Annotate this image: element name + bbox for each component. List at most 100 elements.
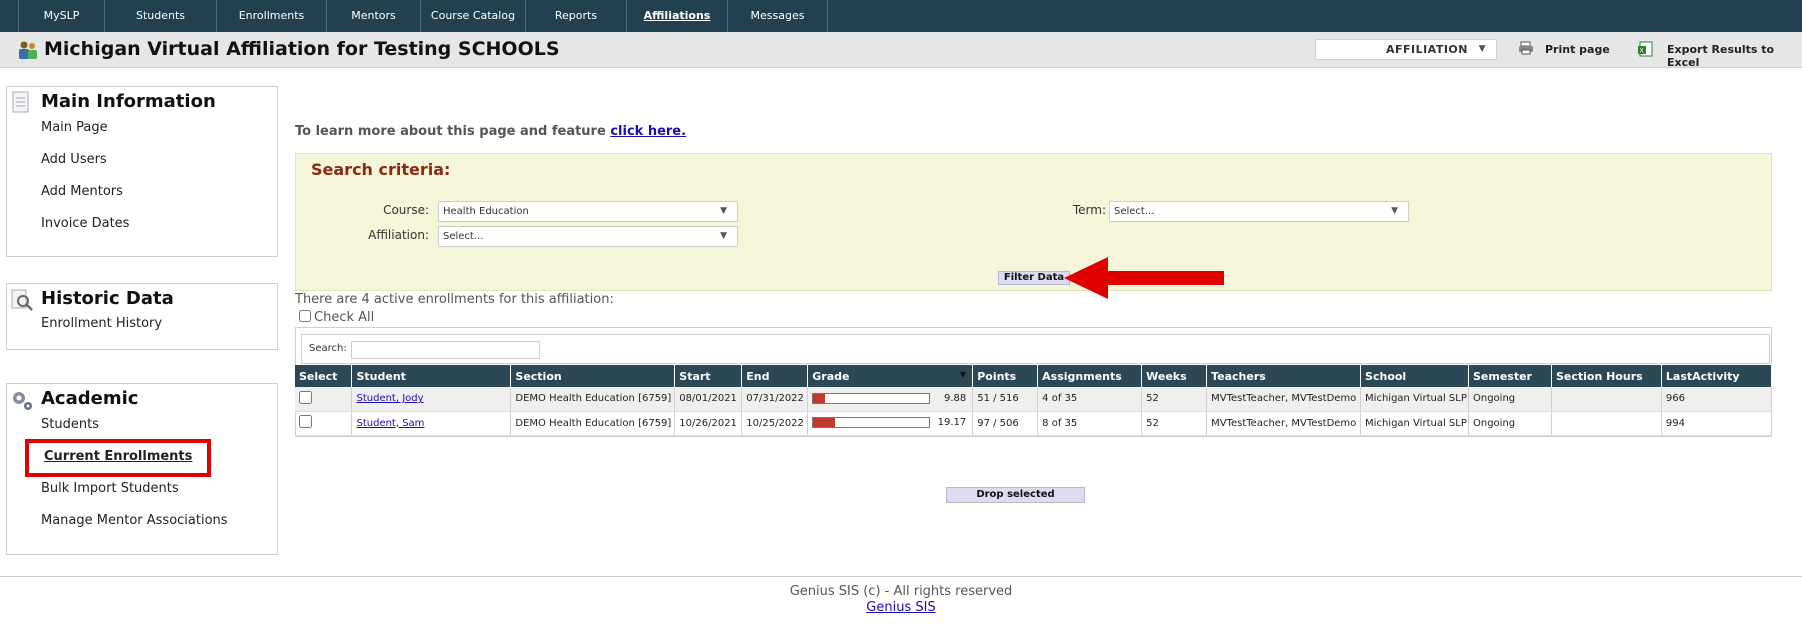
title-bar: Michigan Virtual Affiliation for Testing…: [0, 32, 1802, 69]
tab-myslp[interactable]: MySLP: [18, 0, 104, 32]
cell-section: DEMO Health Education [6759]: [510, 411, 676, 436]
student-link[interactable]: Student, Sam: [356, 418, 424, 429]
col-assignments[interactable]: Assignments: [1037, 365, 1143, 387]
table-search-bar: Search:: [301, 334, 1770, 364]
affiliation-filter-value: Select...: [443, 231, 484, 242]
tab-mentors[interactable]: Mentors: [326, 0, 420, 32]
check-all[interactable]: Check All: [299, 310, 374, 325]
row-checkbox[interactable]: [299, 415, 312, 428]
col-start[interactable]: Start: [674, 365, 743, 387]
tab-messages[interactable]: Messages: [727, 0, 828, 32]
cell-end: 10/25/2022: [741, 411, 809, 436]
print-page-link[interactable]: Print page: [1545, 43, 1610, 56]
red-arrow-annotation: [1064, 257, 1224, 299]
svg-text:X: X: [1640, 48, 1644, 55]
col-teachers[interactable]: Teachers: [1206, 365, 1362, 387]
historic-data-title: Historic Data: [41, 288, 174, 309]
grade-bar-fill: [813, 418, 836, 428]
col-school[interactable]: School: [1360, 365, 1469, 387]
sidebar-item-current-enrollments[interactable]: Current Enrollments: [44, 449, 192, 464]
term-select[interactable]: Select... ▼: [1109, 201, 1409, 222]
row-select: [295, 411, 353, 436]
term-select-value: Select...: [1114, 206, 1155, 217]
cell-student: Student, Sam: [351, 411, 512, 436]
magnifier-icon: [11, 289, 33, 311]
col-section-hours[interactable]: Section Hours: [1551, 365, 1662, 387]
enrollment-count-text: There are 4 active enrollments for this …: [295, 292, 614, 307]
course-select[interactable]: Health Education ▼: [438, 201, 738, 222]
col-section[interactable]: Section: [510, 365, 676, 387]
sidebar-item-add-users[interactable]: Add Users: [41, 152, 107, 167]
academic-title: Academic: [41, 388, 139, 409]
sidebar-item-bulk-import[interactable]: Bulk Import Students: [41, 481, 179, 496]
tab-enrollments[interactable]: Enrollments: [216, 0, 326, 32]
cell-weeks: 52: [1141, 411, 1208, 436]
tab-students[interactable]: Students: [104, 0, 216, 32]
drop-selected-button[interactable]: Drop selected: [946, 487, 1085, 503]
filter-data-button[interactable]: Filter Data: [998, 271, 1070, 285]
grade-value: 9.88: [943, 393, 967, 404]
affiliation-filter-select[interactable]: Select... ▼: [438, 226, 738, 247]
sidebar-item-students[interactable]: Students: [41, 417, 99, 432]
footer-link[interactable]: Genius SIS: [866, 600, 935, 615]
table-row: Student, Jody DEMO Health Education [675…: [295, 387, 1773, 412]
affiliation-select[interactable]: AFFILIATION ▼: [1315, 39, 1497, 60]
cell-section-hours: [1551, 411, 1662, 436]
gear-icon: [13, 392, 32, 410]
col-select[interactable]: Select: [295, 365, 353, 387]
check-all-checkbox[interactable]: [299, 310, 311, 322]
chevron-down-icon: ▼: [720, 206, 727, 216]
col-end[interactable]: End: [741, 365, 809, 387]
historic-data-panel: Historic Data Enrollment History: [6, 283, 278, 350]
sort-desc-icon: ▼: [960, 370, 967, 379]
sidebar-item-add-mentors[interactable]: Add Mentors: [41, 184, 123, 199]
sidebar-item-main-page[interactable]: Main Page: [41, 120, 108, 135]
export-excel-link[interactable]: Export Results to Excel: [1667, 43, 1802, 69]
sidebar-item-manage-mentor-associations[interactable]: Manage Mentor Associations: [41, 513, 228, 528]
col-semester[interactable]: Semester: [1468, 365, 1552, 387]
grade-value: 19.17: [937, 417, 967, 429]
table-row: Student, Sam DEMO Health Education [6759…: [295, 411, 1773, 436]
table-search-input[interactable]: [351, 341, 540, 359]
footer-link-container: Genius SIS: [0, 600, 1802, 615]
cell-school: Michigan Virtual SLP: [1360, 387, 1469, 412]
cell-start: 10/26/2021: [674, 411, 743, 436]
academic-panel: Academic Students Current Enrollments Bu…: [6, 383, 278, 555]
table-header-row: Select Student Section Start End Grade ▼ …: [295, 365, 1773, 387]
col-student[interactable]: Student: [351, 365, 512, 387]
cell-start: 08/01/2021: [674, 387, 743, 412]
sidebar-item-enrollment-history[interactable]: Enrollment History: [41, 316, 162, 331]
top-nav: MySLP Students Enrollments Mentors Cours…: [0, 0, 1802, 32]
col-last-activity[interactable]: LastActivity: [1661, 365, 1773, 387]
cell-end: 07/31/2022: [741, 387, 809, 412]
cell-last-activity: 994: [1661, 411, 1773, 436]
col-points[interactable]: Points: [972, 365, 1039, 387]
col-grade[interactable]: Grade ▼: [807, 365, 974, 387]
cell-points: 51 / 516: [972, 387, 1039, 412]
col-weeks[interactable]: Weeks: [1141, 365, 1208, 387]
check-all-label: Check All: [314, 310, 375, 325]
people-icon: [19, 41, 37, 59]
excel-icon[interactable]: X: [1638, 41, 1654, 57]
cell-points: 97 / 506: [972, 411, 1039, 436]
affiliation-label: Affiliation:: [368, 228, 429, 242]
affiliation-select-value: AFFILIATION: [1385, 43, 1468, 56]
sidebar-item-invoice-dates[interactable]: Invoice Dates: [41, 216, 129, 231]
tab-course-catalog[interactable]: Course Catalog: [420, 0, 525, 32]
tab-reports[interactable]: Reports: [525, 0, 626, 32]
cell-student: Student, Jody: [351, 387, 512, 412]
search-criteria-heading: Search criteria:: [311, 160, 451, 179]
chevron-down-icon: ▼: [1478, 44, 1486, 54]
learn-more-label: To learn more about this page and featur…: [295, 124, 606, 139]
table-search-label: Search:: [309, 343, 347, 354]
footer-divider: [0, 576, 1802, 577]
page-title: Michigan Virtual Affiliation for Testing…: [44, 38, 560, 60]
printer-icon[interactable]: [1518, 41, 1534, 55]
student-link[interactable]: Student, Jody: [356, 393, 423, 404]
learn-more-link[interactable]: click here.: [610, 124, 686, 139]
tab-affiliations[interactable]: Affiliations: [626, 0, 727, 32]
document-icon: [12, 91, 29, 113]
cell-semester: Ongoing: [1468, 387, 1552, 412]
row-checkbox[interactable]: [299, 390, 312, 404]
course-label: Course:: [383, 203, 429, 217]
